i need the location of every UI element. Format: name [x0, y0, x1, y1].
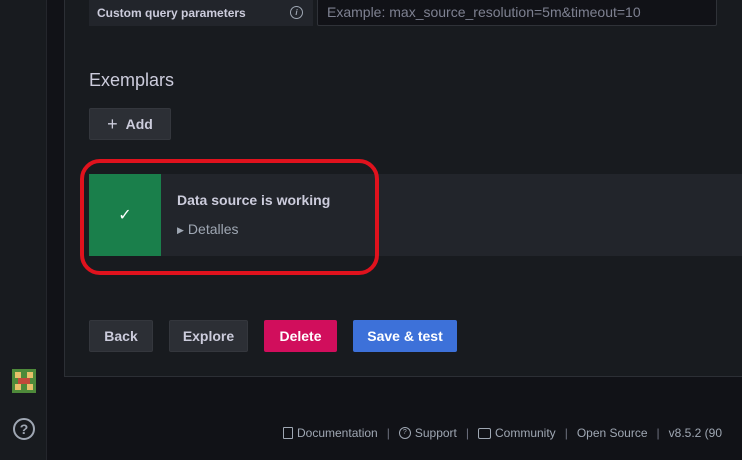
support-link[interactable]: ? Support — [398, 426, 457, 440]
documentation-label: Documentation — [297, 426, 378, 440]
save-test-button[interactable]: Save & test — [353, 320, 457, 352]
custom-query-params-input[interactable] — [317, 0, 717, 26]
explore-button[interactable]: Explore — [169, 320, 248, 352]
footer-separator: | — [386, 426, 390, 440]
footer-separator: | — [656, 426, 660, 440]
add-exemplar-label: Add — [125, 116, 153, 132]
document-icon — [283, 427, 293, 439]
sidebar: ? — [0, 0, 47, 460]
footer: Documentation | ? Support | Community | … — [283, 426, 722, 440]
help-icon[interactable]: ? — [13, 418, 35, 440]
comments-icon — [478, 427, 491, 439]
community-label: Community — [495, 426, 556, 440]
plus-icon: + — [107, 113, 118, 134]
footer-separator: | — [465, 426, 469, 440]
highlight-annotation — [80, 159, 379, 275]
question-circle-icon: ? — [398, 427, 411, 439]
documentation-link[interactable]: Documentation — [283, 426, 378, 440]
info-icon[interactable]: i — [290, 6, 303, 19]
footer-separator: | — [564, 426, 568, 440]
exemplars-title: Exemplars — [89, 70, 175, 90]
custom-query-params-label-text: Custom query parameters — [97, 6, 246, 20]
open-source-link[interactable]: Open Source — [577, 426, 648, 440]
support-label: Support — [414, 426, 457, 440]
community-link[interactable]: Community — [478, 426, 556, 440]
open-source-label: Open Source — [576, 426, 648, 440]
user-avatar[interactable] — [12, 369, 36, 393]
back-button[interactable]: Back — [89, 320, 153, 352]
custom-query-params-label: Custom query parameters i — [89, 0, 313, 26]
delete-button[interactable]: Delete — [264, 320, 337, 352]
version-label: v8.5.2 (90 — [668, 426, 723, 440]
add-exemplar-button[interactable]: + Add — [89, 108, 171, 140]
